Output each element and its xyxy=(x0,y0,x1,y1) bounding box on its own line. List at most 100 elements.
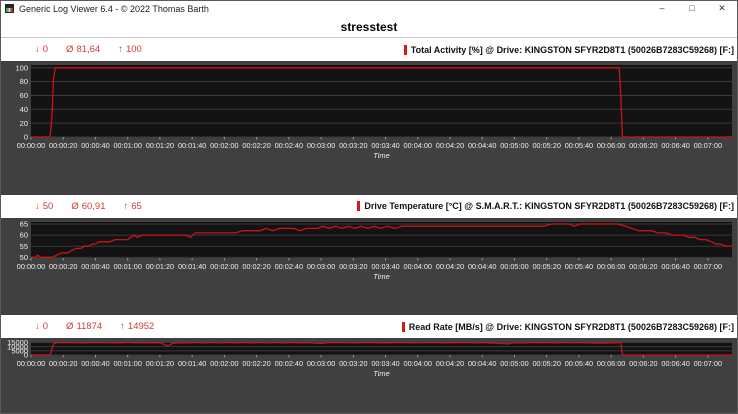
svg-text:00:01:40: 00:01:40 xyxy=(178,141,206,150)
avg-symbol-icon: Ø xyxy=(66,44,73,55)
svg-text:00:03:00: 00:03:00 xyxy=(307,141,335,150)
svg-text:00:04:20: 00:04:20 xyxy=(436,141,464,150)
stat-avg-value: 60,91 xyxy=(82,201,106,212)
svg-text:00:00:40: 00:00:40 xyxy=(81,359,109,368)
window-title: Generic Log Viewer 6.4 - © 2022 Thomas B… xyxy=(19,4,647,14)
svg-text:00:06:40: 00:06:40 xyxy=(661,359,689,368)
svg-text:00:06:40: 00:06:40 xyxy=(661,141,689,150)
svg-text:00:06:00: 00:06:00 xyxy=(597,359,625,368)
stat-min-value: 0 xyxy=(43,321,48,332)
stats-group: ↓0 Ø81,64 ↑100 xyxy=(35,44,142,55)
svg-text:00:03:00: 00:03:00 xyxy=(307,359,335,368)
svg-text:00:02:20: 00:02:20 xyxy=(242,359,270,368)
svg-text:00:03:20: 00:03:20 xyxy=(339,359,367,368)
svg-text:00:04:20: 00:04:20 xyxy=(436,262,464,271)
svg-text:00:07:00: 00:07:00 xyxy=(694,359,722,368)
svg-text:00:01:00: 00:01:00 xyxy=(113,141,141,150)
svg-text:00:05:00: 00:05:00 xyxy=(500,359,528,368)
svg-text:00:06:20: 00:06:20 xyxy=(629,262,657,271)
stat-max: ↑100 xyxy=(118,44,142,55)
svg-text:00:01:20: 00:01:20 xyxy=(146,262,174,271)
stats-group: ↓0 Ø11874 ↑14952 xyxy=(35,321,154,332)
svg-text:00:01:20: 00:01:20 xyxy=(146,141,174,150)
svg-text:00:04:20: 00:04:20 xyxy=(436,359,464,368)
min-arrow-icon: ↓ xyxy=(35,321,40,332)
stat-min: ↓0 xyxy=(35,321,48,332)
svg-text:100: 100 xyxy=(15,63,28,72)
svg-text:00:05:40: 00:05:40 xyxy=(565,262,593,271)
svg-text:00:00:40: 00:00:40 xyxy=(81,262,109,271)
stat-min: ↓0 xyxy=(35,44,48,55)
svg-text:00:02:00: 00:02:00 xyxy=(210,359,238,368)
svg-text:00:01:40: 00:01:40 xyxy=(178,359,206,368)
svg-text:00:01:00: 00:01:00 xyxy=(113,262,141,271)
svg-text:60: 60 xyxy=(20,230,28,239)
stat-avg: Ø81,64 xyxy=(66,44,100,55)
avg-symbol-icon: Ø xyxy=(66,321,73,332)
maximize-button[interactable]: □ xyxy=(677,1,707,16)
svg-text:00:05:00: 00:05:00 xyxy=(500,262,528,271)
svg-text:00:06:40: 00:06:40 xyxy=(661,262,689,271)
svg-text:00:07:00: 00:07:00 xyxy=(694,262,722,271)
svg-text:00:00:00: 00:00:00 xyxy=(17,359,45,368)
minimize-button[interactable]: – xyxy=(647,1,677,16)
stat-max-value: 65 xyxy=(131,201,142,212)
close-button[interactable]: ✕ xyxy=(707,1,737,16)
svg-text:00:02:40: 00:02:40 xyxy=(275,359,303,368)
svg-text:00:00:20: 00:00:20 xyxy=(49,262,77,271)
stat-avg: Ø 60,91 xyxy=(71,201,105,212)
stat-min-value: 0 xyxy=(43,44,48,55)
stats-row-readrate: ↓0 Ø11874 ↑14952 Read Rate [MB/s] @ Driv… xyxy=(1,315,737,338)
stat-max-value: 14952 xyxy=(128,321,154,332)
svg-text:55: 55 xyxy=(20,241,28,250)
chart-title-temperature: Drive Temperature [°C] @ S.M.A.R.T.: KIN… xyxy=(357,201,734,211)
svg-text:00:05:20: 00:05:20 xyxy=(532,359,560,368)
series-color-marker xyxy=(404,45,407,55)
svg-text:00:03:20: 00:03:20 xyxy=(339,141,367,150)
chart-title-readrate: Read Rate [MB/s] @ Drive: KINGSTON SFYR2… xyxy=(402,322,734,332)
stats-row-temperature: ↓50 Ø60,91 ↑65 Drive Temperature [°C] @ … xyxy=(1,195,737,218)
chart-title-text: Drive Temperature [°C] @ S.M.A.R.T.: KIN… xyxy=(364,201,734,211)
svg-text:00:04:00: 00:04:00 xyxy=(404,359,432,368)
svg-text:00:06:20: 00:06:20 xyxy=(629,141,657,150)
svg-text:00:00:00: 00:00:00 xyxy=(17,262,45,271)
svg-text:00:01:00: 00:01:00 xyxy=(113,359,141,368)
max-arrow-icon: ↑ xyxy=(124,201,129,212)
svg-text:00:04:40: 00:04:40 xyxy=(468,359,496,368)
chart-panel-readrate[interactable]: 05000100001500000:00:0000:00:2000:00:400… xyxy=(1,338,737,413)
svg-text:50: 50 xyxy=(20,253,28,262)
chart-panel-temperature[interactable]: 50 55 60 65 00:00:00 00:00:20 00:00:40 00:01:00… xyxy=(1,218,737,316)
svg-text:00:01:40: 00:01:40 xyxy=(178,262,206,271)
svg-text:00:02:00: 00:02:00 xyxy=(210,141,238,150)
svg-text:00:04:40: 00:04:40 xyxy=(468,141,496,150)
svg-text:65: 65 xyxy=(20,219,28,228)
chart-canvas: 50 55 60 65 00:00:00 00:00:20 00:00:40 00:01:00… xyxy=(1,218,737,284)
chart-panel-activity[interactable]: 02040608010000:00:0000:00:2000:00:4000:0… xyxy=(1,61,737,195)
svg-text:00:00:20: 00:00:20 xyxy=(49,141,77,150)
svg-text:00:05:40: 00:05:40 xyxy=(565,359,593,368)
svg-text:Time: Time xyxy=(373,369,390,378)
svg-text:00:06:20: 00:06:20 xyxy=(629,359,657,368)
svg-text:00:04:40: 00:04:40 xyxy=(468,262,496,271)
svg-text:00:05:20: 00:05:20 xyxy=(532,141,560,150)
svg-text:00:00:40: 00:00:40 xyxy=(81,141,109,150)
svg-text:00:02:20: 00:02:20 xyxy=(242,141,270,150)
svg-text:00:03:40: 00:03:40 xyxy=(371,262,399,271)
svg-text:Time: Time xyxy=(373,272,390,281)
avg-symbol-icon: Ø xyxy=(71,201,78,212)
stat-avg: Ø11874 xyxy=(66,321,102,332)
svg-text:00:07:00: 00:07:00 xyxy=(694,141,722,150)
chart-title-text: Total Activity [%] @ Drive: KINGSTON SFY… xyxy=(411,45,734,55)
min-arrow-icon: ↓ xyxy=(35,44,40,55)
svg-text:80: 80 xyxy=(20,77,28,86)
max-arrow-icon: ↑ xyxy=(120,321,125,332)
svg-text:00:03:00: 00:03:00 xyxy=(307,262,335,271)
series-color-marker xyxy=(357,201,360,211)
stat-max-value: 100 xyxy=(126,44,142,55)
series-color-marker xyxy=(402,322,405,332)
svg-text:00:04:00: 00:04:00 xyxy=(404,141,432,150)
chart-title-text: Read Rate [MB/s] @ Drive: KINGSTON SFYR2… xyxy=(409,322,734,332)
chart-title-activity: Total Activity [%] @ Drive: KINGSTON SFY… xyxy=(404,45,734,55)
svg-text:00:00:20: 00:00:20 xyxy=(49,359,77,368)
svg-text:00:06:00: 00:06:00 xyxy=(597,141,625,150)
